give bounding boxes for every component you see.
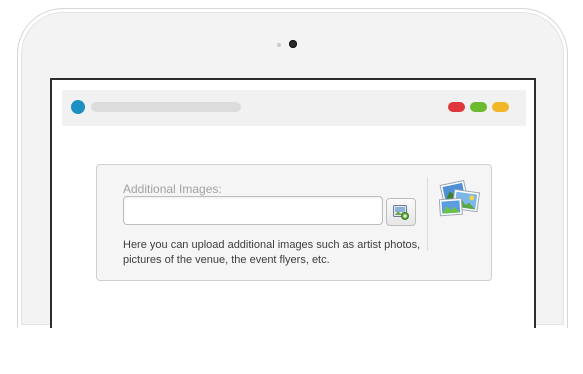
address-bar[interactable] (91, 102, 241, 112)
additional-images-input[interactable] (123, 196, 383, 225)
tablet-screen: Additional Images: Here you can upload a… (50, 78, 536, 328)
browser-favicon (71, 100, 85, 114)
minimize-window-button[interactable] (470, 102, 487, 112)
camera-icon (289, 40, 297, 48)
image-browse-icon (393, 205, 409, 220)
additional-images-panel: Additional Images: Here you can upload a… (96, 164, 492, 281)
additional-images-label: Additional Images: (123, 182, 222, 196)
stage: Additional Images: Here you can upload a… (0, 0, 583, 374)
page-bottom (0, 328, 583, 374)
browser-bar (62, 90, 526, 126)
pictures-icon (439, 179, 481, 217)
maximize-window-button[interactable] (492, 102, 509, 112)
close-window-button[interactable] (448, 102, 465, 112)
sensor-dot (277, 43, 281, 47)
browse-image-button[interactable] (386, 198, 416, 226)
vertical-divider (427, 177, 428, 251)
help-text: Here you can upload additional images su… (123, 239, 421, 266)
